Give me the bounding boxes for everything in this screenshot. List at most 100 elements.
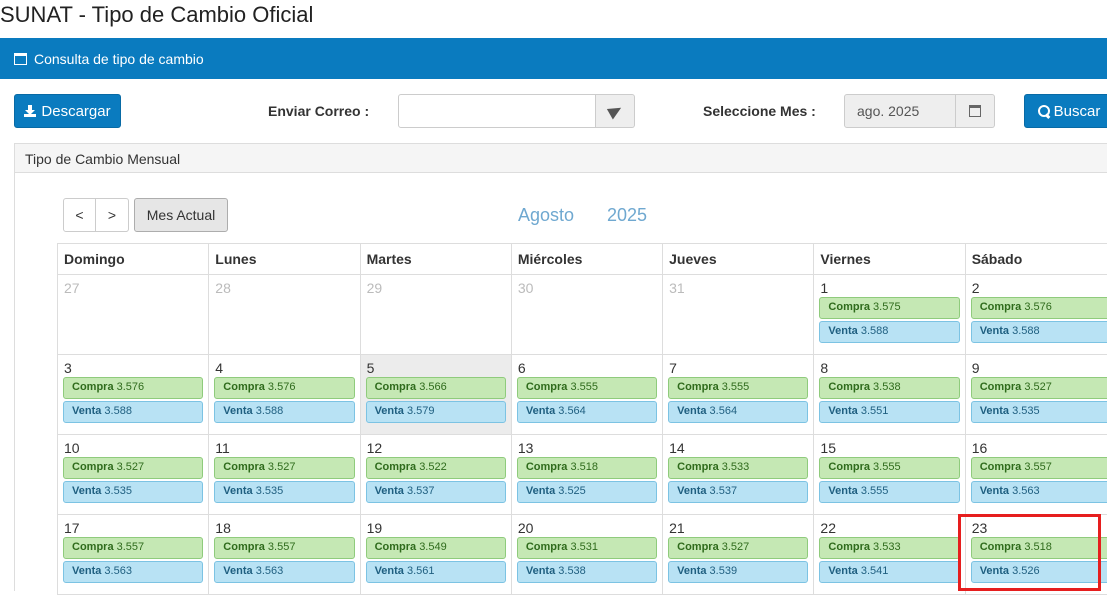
sell-rate-event[interactable]: Venta 3.564 <box>668 401 808 423</box>
buy-rate-event[interactable]: Compra 3.576 <box>971 297 1107 319</box>
sell-rate-event[interactable]: Venta 3.563 <box>971 481 1107 503</box>
download-icon <box>24 105 36 117</box>
download-button[interactable]: Descargar <box>14 94 121 128</box>
calendar-day-cell[interactable]: 7Compra 3.555Venta 3.564 <box>663 355 814 435</box>
calendar-day-cell[interactable]: 23Compra 3.518Venta 3.526 <box>965 515 1107 595</box>
buy-rate-event[interactable]: Compra 3.557 <box>63 537 203 559</box>
sell-rate-event[interactable]: Venta 3.579 <box>366 401 506 423</box>
sell-rate-event[interactable]: Venta 3.564 <box>517 401 657 423</box>
calendar-day-cell[interactable]: 31 <box>663 275 814 355</box>
sell-rate-event[interactable]: Venta 3.526 <box>971 561 1107 583</box>
sell-rate-event[interactable]: Venta 3.563 <box>63 561 203 583</box>
calendar-day-cell[interactable]: 11Compra 3.527Venta 3.535 <box>209 435 360 515</box>
sell-label: Venta <box>980 405 1009 417</box>
calendar-day-cell[interactable]: 3Compra 3.576Venta 3.588 <box>58 355 209 435</box>
calendar-day-cell[interactable]: 17Compra 3.557Venta 3.563 <box>58 515 209 595</box>
buy-rate-event[interactable]: Compra 3.522 <box>366 457 506 479</box>
calendar-day-cell[interactable]: 5Compra 3.566Venta 3.579 <box>360 355 511 435</box>
email-input[interactable] <box>398 94 596 128</box>
buy-rate-event[interactable]: Compra 3.549 <box>366 537 506 559</box>
sell-rate-event[interactable]: Venta 3.535 <box>971 401 1107 423</box>
day-number: 31 <box>668 275 808 297</box>
sell-rate-event[interactable]: Venta 3.588 <box>819 321 959 343</box>
calendar-day-cell[interactable]: 10Compra 3.527Venta 3.535 <box>58 435 209 515</box>
current-month-button[interactable]: Mes Actual <box>134 198 228 232</box>
buy-rate-event[interactable]: Compra 3.538 <box>819 377 959 399</box>
buy-rate-event[interactable]: Compra 3.555 <box>517 377 657 399</box>
calendar-day-cell[interactable]: 18Compra 3.557Venta 3.563 <box>209 515 360 595</box>
buy-rate-event[interactable]: Compra 3.518 <box>971 537 1107 559</box>
calendar-day-cell[interactable]: 21Compra 3.527Venta 3.539 <box>663 515 814 595</box>
calendar-week-row: 27282930311Compra 3.575Venta 3.5882Compr… <box>58 275 1107 355</box>
calendar-day-cell[interactable]: 22Compra 3.533Venta 3.541 <box>814 515 965 595</box>
sell-rate-event[interactable]: Venta 3.538 <box>517 561 657 583</box>
sell-rate-event[interactable]: Venta 3.539 <box>668 561 808 583</box>
buy-rate-event[interactable]: Compra 3.531 <box>517 537 657 559</box>
buy-value: 3.522 <box>419 461 447 473</box>
buy-rate-event[interactable]: Compra 3.527 <box>214 457 354 479</box>
sell-rate-event[interactable]: Venta 3.535 <box>63 481 203 503</box>
sell-rate-event[interactable]: Venta 3.535 <box>214 481 354 503</box>
sell-rate-event[interactable]: Venta 3.588 <box>971 321 1107 343</box>
buy-rate-event[interactable]: Compra 3.575 <box>819 297 959 319</box>
calendar-day-cell[interactable]: 14Compra 3.533Venta 3.537 <box>663 435 814 515</box>
calendar-day-cell[interactable]: 19Compra 3.549Venta 3.561 <box>360 515 511 595</box>
calendar-day-cell[interactable]: 27 <box>58 275 209 355</box>
sell-rate-event[interactable]: Venta 3.525 <box>517 481 657 503</box>
sell-rate-event[interactable]: Venta 3.537 <box>366 481 506 503</box>
buy-value: 3.566 <box>419 381 447 393</box>
sell-rate-event[interactable]: Venta 3.537 <box>668 481 808 503</box>
sell-value: 3.541 <box>861 565 889 577</box>
sell-rate-event[interactable]: Venta 3.561 <box>366 561 506 583</box>
buy-rate-event[interactable]: Compra 3.555 <box>819 457 959 479</box>
calendar-day-cell[interactable]: 16Compra 3.557Venta 3.563 <box>965 435 1107 515</box>
buy-rate-event[interactable]: Compra 3.533 <box>819 537 959 559</box>
sell-label: Venta <box>677 485 706 497</box>
buy-label: Compra <box>677 461 719 473</box>
buy-rate-event[interactable]: Compra 3.557 <box>214 537 354 559</box>
buy-value: 3.555 <box>570 381 598 393</box>
sell-rate-event[interactable]: Venta 3.588 <box>214 401 354 423</box>
sell-rate-event[interactable]: Venta 3.551 <box>819 401 959 423</box>
calendar-day-cell[interactable]: 1Compra 3.575Venta 3.588 <box>814 275 965 355</box>
calendar-day-cell[interactable]: 20Compra 3.531Venta 3.538 <box>511 515 662 595</box>
send-email-button[interactable] <box>596 94 635 128</box>
buy-label: Compra <box>375 381 417 393</box>
prev-month-button[interactable]: < <box>63 198 96 232</box>
calendar-day-cell[interactable]: 8Compra 3.538Venta 3.551 <box>814 355 965 435</box>
calendar-day-cell[interactable]: 9Compra 3.527Venta 3.535 <box>965 355 1107 435</box>
buy-rate-event[interactable]: Compra 3.527 <box>668 537 808 559</box>
calendar-day-cell[interactable]: 6Compra 3.555Venta 3.564 <box>511 355 662 435</box>
buy-value: 3.575 <box>873 301 901 313</box>
sell-value: 3.535 <box>104 485 132 497</box>
sell-rate-event[interactable]: Venta 3.563 <box>214 561 354 583</box>
sell-rate-event[interactable]: Venta 3.541 <box>819 561 959 583</box>
sell-label: Venta <box>72 565 101 577</box>
sell-rate-event[interactable]: Venta 3.555 <box>819 481 959 503</box>
month-input[interactable]: ago. 2025 <box>844 94 956 128</box>
day-number: 30 <box>517 275 657 297</box>
buy-rate-event[interactable]: Compra 3.518 <box>517 457 657 479</box>
calendar-day-cell[interactable]: 13Compra 3.518Venta 3.525 <box>511 435 662 515</box>
calendar-day-cell[interactable]: 30 <box>511 275 662 355</box>
month-picker-button[interactable] <box>956 94 995 128</box>
calendar-day-cell[interactable]: 2Compra 3.576Venta 3.588 <box>965 275 1107 355</box>
buy-rate-event[interactable]: Compra 3.557 <box>971 457 1107 479</box>
calendar-day-cell[interactable]: 28 <box>209 275 360 355</box>
buy-rate-event[interactable]: Compra 3.527 <box>971 377 1107 399</box>
search-button[interactable]: Buscar <box>1024 94 1107 128</box>
next-month-button[interactable]: > <box>96 198 129 232</box>
calendar-day-cell[interactable]: 4Compra 3.576Venta 3.588 <box>209 355 360 435</box>
buy-label: Compra <box>375 461 417 473</box>
buy-rate-event[interactable]: Compra 3.576 <box>214 377 354 399</box>
buy-rate-event[interactable]: Compra 3.533 <box>668 457 808 479</box>
calendar-day-cell[interactable]: 29 <box>360 275 511 355</box>
sell-label: Venta <box>828 325 857 337</box>
sell-rate-event[interactable]: Venta 3.588 <box>63 401 203 423</box>
calendar-day-cell[interactable]: 12Compra 3.522Venta 3.537 <box>360 435 511 515</box>
buy-rate-event[interactable]: Compra 3.576 <box>63 377 203 399</box>
buy-rate-event[interactable]: Compra 3.527 <box>63 457 203 479</box>
buy-rate-event[interactable]: Compra 3.566 <box>366 377 506 399</box>
buy-rate-event[interactable]: Compra 3.555 <box>668 377 808 399</box>
calendar-day-cell[interactable]: 15Compra 3.555Venta 3.555 <box>814 435 965 515</box>
